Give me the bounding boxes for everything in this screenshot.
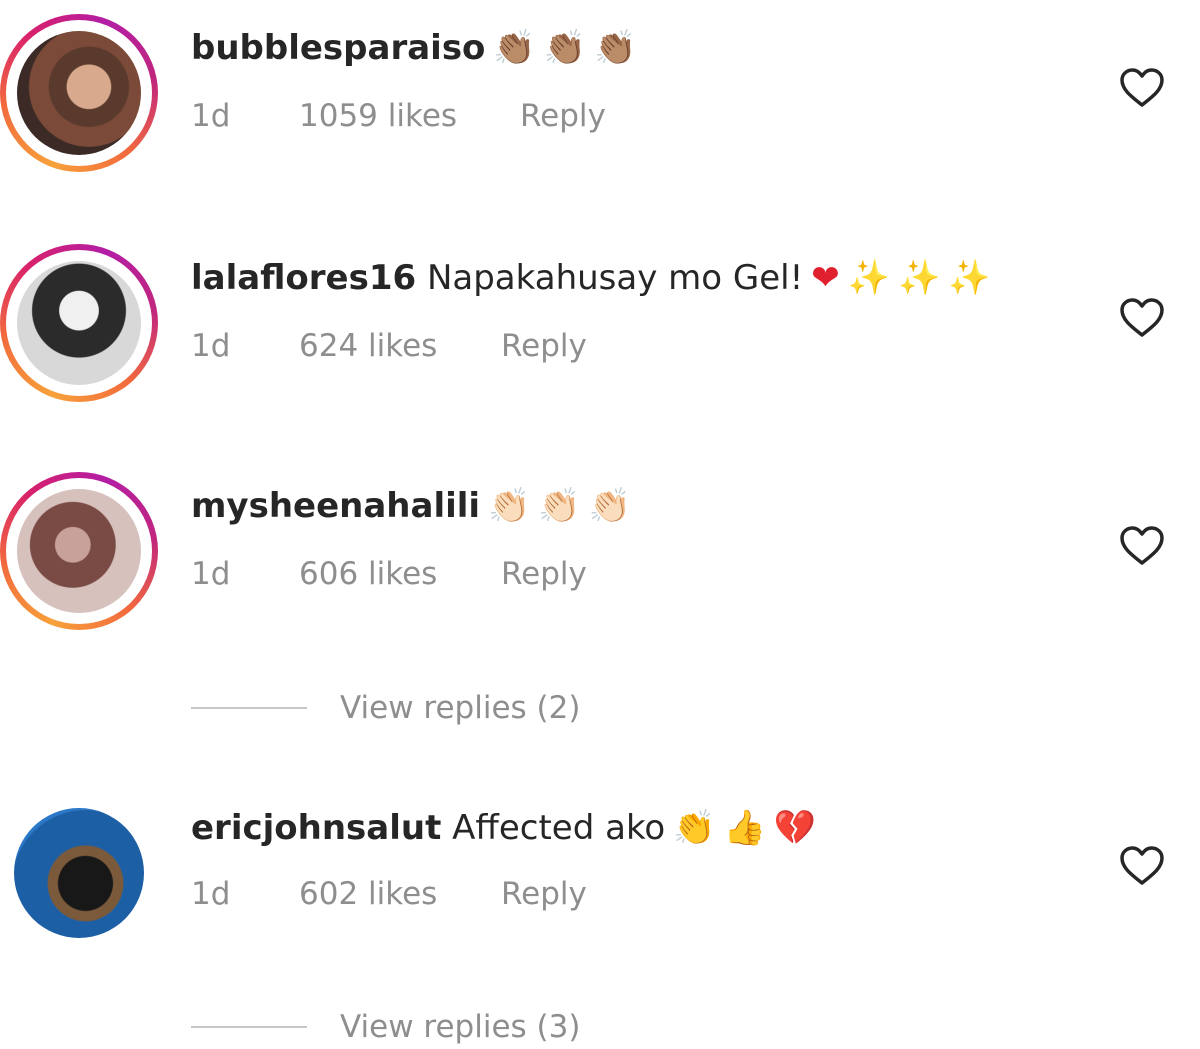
comment-time[interactable]: 1d	[191, 554, 230, 594]
clapping-hands-icon: 👏🏽	[493, 28, 536, 68]
view-replies-button[interactable]: View replies (2)	[340, 686, 580, 730]
avatar-story-ring[interactable]	[0, 244, 158, 402]
comment-username[interactable]: bubblesparaiso	[191, 28, 485, 68]
view-replies-row: View replies (3)	[191, 1005, 791, 1049]
comment-likes[interactable]: 624 likes	[299, 326, 437, 366]
comment-time[interactable]: 1d	[191, 326, 230, 366]
comment-likes[interactable]: 1059 likes	[299, 96, 457, 136]
comment-time[interactable]: 1d	[191, 874, 230, 914]
heart-outline-icon[interactable]	[1118, 66, 1166, 108]
clapping-hands-icon: 👏	[673, 808, 716, 848]
comment-item: bubblesparaiso 👏🏽 👏🏽 👏🏽 1d 1059 likes Reply	[0, 0, 1200, 172]
avatar-story-ring[interactable]	[0, 14, 158, 172]
clapping-hands-icon: 👏🏽	[594, 28, 637, 68]
view-replies-divider	[191, 1026, 307, 1028]
comment-line: bubblesparaiso 👏🏽 👏🏽 👏🏽	[191, 26, 636, 70]
reply-button[interactable]: Reply	[501, 554, 587, 594]
reply-button[interactable]: Reply	[501, 326, 587, 366]
avatar-ring-gap	[6, 20, 152, 166]
sparkles-icon: ✨	[898, 258, 941, 298]
avatar-ring-gap	[6, 478, 152, 624]
sparkles-icon: ✨	[948, 258, 991, 298]
comment-text: Napakahusay mo Gel!	[426, 258, 804, 298]
comment-item: lalaflores16 Napakahusay mo Gel! ❤ ✨ ✨ ✨ 1d …	[0, 230, 1200, 402]
avatar	[17, 31, 141, 155]
heart-outline-icon[interactable]	[1118, 296, 1166, 338]
comment-username[interactable]: ericjohnsalut	[191, 808, 441, 848]
red-heart-icon: ❤	[811, 258, 840, 298]
comment-username[interactable]: lalaflores16	[191, 258, 416, 298]
reply-button[interactable]: Reply	[520, 96, 606, 136]
clapping-hands-icon: 👏🏽	[543, 28, 587, 68]
comment-text: Affected ako	[452, 808, 666, 848]
comment-likes[interactable]: 606 likes	[299, 554, 437, 594]
clapping-hands-icon: 👏🏻	[588, 486, 632, 526]
comment-line: mysheenahalili 👏🏻 👏🏻 👏🏻	[191, 484, 631, 528]
comment-time[interactable]: 1d	[191, 96, 230, 136]
avatar-story-ring[interactable]	[0, 472, 158, 630]
sparkles-icon: ✨	[847, 258, 891, 298]
thumbs-up-icon: 👍	[723, 808, 766, 848]
clapping-hands-icon: 👏🏻	[538, 486, 581, 526]
avatar-ring-gap	[6, 250, 152, 396]
comment-line: lalaflores16 Napakahusay mo Gel! ❤ ✨ ✨ ✨	[191, 256, 991, 300]
avatar	[17, 489, 141, 613]
avatar[interactable]	[14, 808, 144, 938]
clapping-hands-icon: 👏🏻	[488, 486, 531, 526]
avatar	[17, 261, 141, 385]
comment-line: ericjohnsalut Affected ako 👏 👍 💔	[191, 806, 816, 850]
view-replies-row: View replies (2)	[191, 686, 791, 730]
comment-username[interactable]: mysheenahalili	[191, 486, 480, 526]
broken-heart-icon: 💔	[773, 808, 817, 848]
heart-outline-icon[interactable]	[1118, 844, 1166, 886]
reply-button[interactable]: Reply	[501, 874, 587, 914]
view-replies-button[interactable]: View replies (3)	[340, 1005, 580, 1049]
view-replies-divider	[191, 707, 307, 709]
heart-outline-icon[interactable]	[1118, 524, 1166, 566]
comment-item: ericjohnsalut Affected ako 👏 👍 💔 1d 602 lik…	[0, 800, 1200, 970]
comment-likes[interactable]: 602 likes	[299, 874, 437, 914]
comment-item: mysheenahalili 👏🏻 👏🏻 👏🏻 1d 606 likes Reply	[0, 458, 1200, 630]
